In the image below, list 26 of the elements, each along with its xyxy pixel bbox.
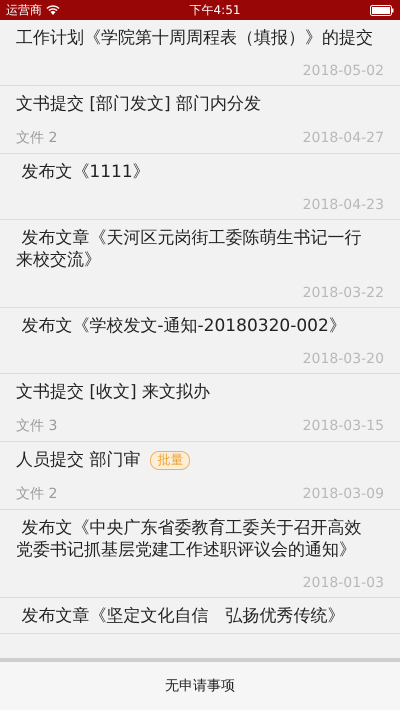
item-title[interactable]: 发布文章《坚定文化自信 弘扬优秀传统》 <box>16 605 344 627</box>
item-title[interactable]: 工作计划《学院第十周周程表（填报）》的提交 <box>16 27 373 49</box>
item-date: 2018-04-23 <box>302 197 384 213</box>
file-count: 文件 2 <box>16 485 58 503</box>
file-count: 文件 2 <box>16 129 58 147</box>
item-title[interactable]: 文书提交 [收文] 来文拟办 <box>16 381 210 403</box>
item-date: 2018-03-15 <box>302 418 384 434</box>
item-title[interactable]: 文书提交 [部门发文] 部门内分发 <box>16 93 262 115</box>
file-count: 文件 3 <box>16 417 58 435</box>
item-title[interactable]: 发布文《1111》 <box>16 161 150 183</box>
item-title[interactable]: 发布文《学校发文-通知-20180320-002》 <box>16 315 346 337</box>
item-date: 2018-04-27 <box>302 130 384 146</box>
item-date: 2018-03-09 <box>302 486 384 502</box>
item-date: 2018-03-20 <box>302 351 384 367</box>
battery-icon <box>370 4 394 16</box>
batch-badge: 批量 <box>150 450 190 470</box>
wifi-icon <box>46 5 60 15</box>
item-title[interactable]: 发布文章《天河区元岗街工委陈萌生书记一行来校交流》 <box>16 227 376 271</box>
empty-message: 无申请事项 <box>165 677 235 695</box>
item-title[interactable]: 人员提交 部门审 <box>16 449 140 471</box>
item-title[interactable]: 发布文《中央广东省委教育工委关于召开高效党委书记抓基层党建工作述职评议会的通知》 <box>16 517 376 561</box>
clock-time: 下午4:51 <box>190 2 240 18</box>
item-date: 2018-01-03 <box>302 575 384 591</box>
carrier-label: 运营商 <box>6 2 42 18</box>
item-date: 2018-05-02 <box>302 63 384 79</box>
item-date: 2018-03-22 <box>302 285 384 301</box>
